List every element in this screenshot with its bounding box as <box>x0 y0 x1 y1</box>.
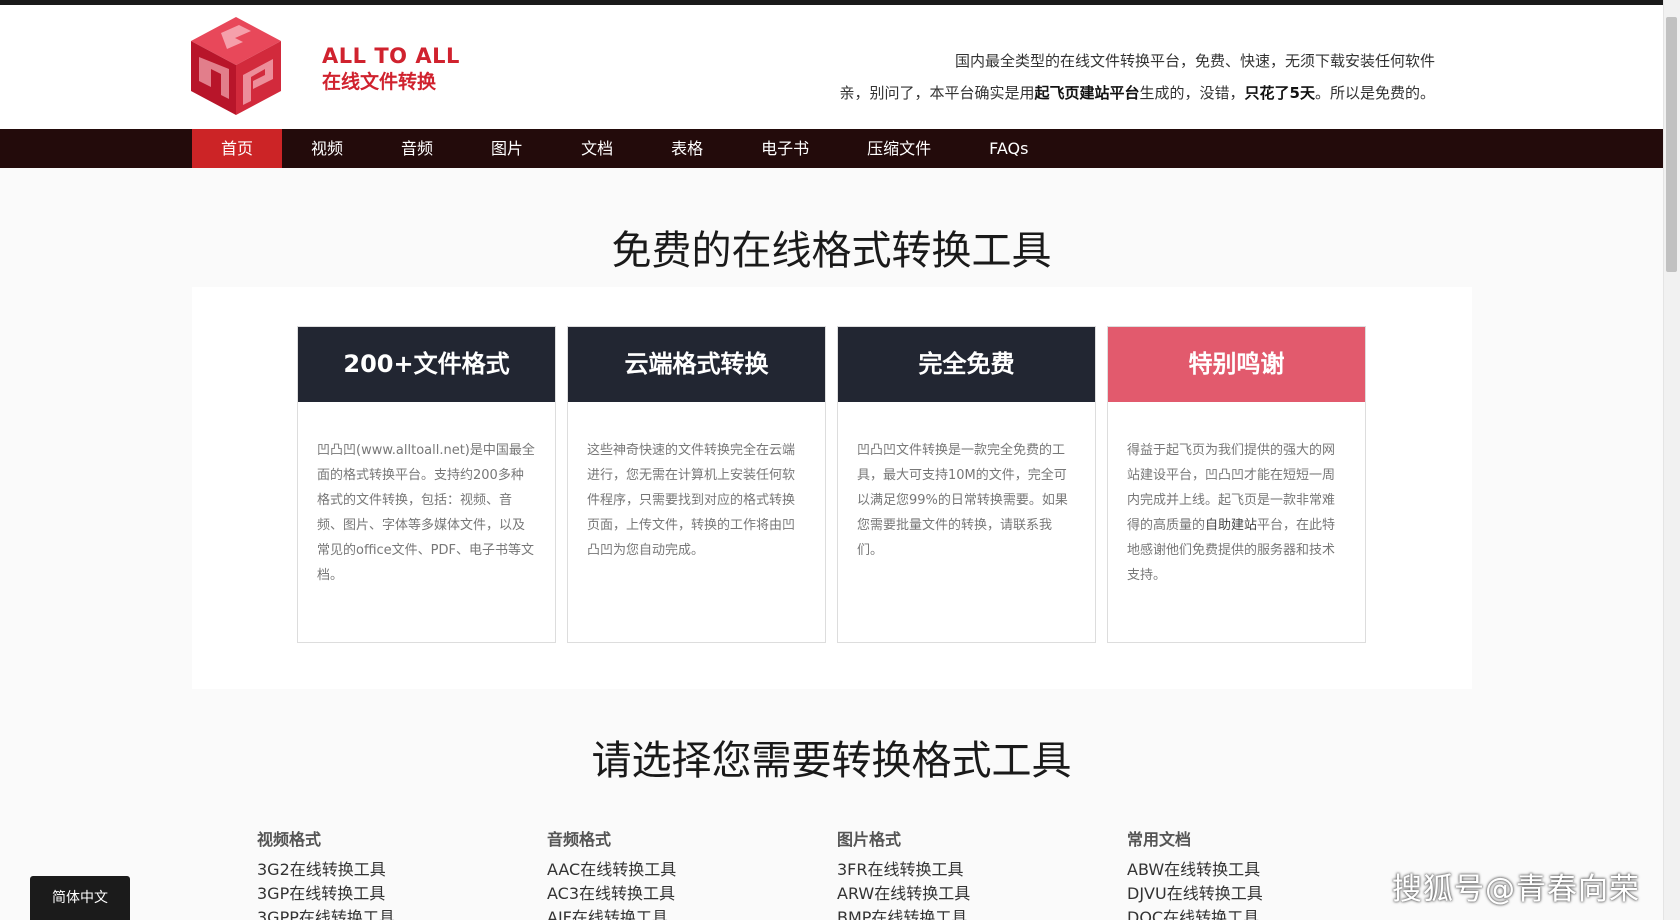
tool-link[interactable]: BMP在线转换工具 <box>837 906 1097 920</box>
header-tagline: 国内最全类型的在线文件转换平台，免费、快速，无须下载安装任何软件 亲，别问了，本… <box>840 45 1436 109</box>
feature-card-cloud: 云端格式转换 这些神奇快速的文件转换完全在云端进行，您无需在计算机上安装任何软件… <box>567 326 826 643</box>
watermark-text: 搜狐号@青春向荣 <box>1392 872 1640 907</box>
card-text: 凹凸凹文件转换是一款完全免费的工具，最大可支持10M的文件，完全可以满足您99%… <box>857 443 1068 558</box>
card-title: 特别鸣谢 <box>1108 327 1365 402</box>
tool-link[interactable]: 3GPP在线转换工具 <box>257 906 517 920</box>
card-title: 云端格式转换 <box>568 327 825 402</box>
tool-link[interactable]: 3G2在线转换工具 <box>257 858 517 882</box>
tool-link[interactable]: 3FR在线转换工具 <box>837 858 1097 882</box>
nav-video[interactable]: 视频 <box>282 129 372 168</box>
category-documents: 常用文档 ABW在线转换工具 DJVU在线转换工具 DOC在线转换工具 <box>1127 826 1387 920</box>
feature-card-thanks: 特别鸣谢 得益于起飞页为我们提供的强大的网站建设平台，凹凸凹才能在短短一周内完成… <box>1107 326 1366 643</box>
nav-faqs[interactable]: FAQs <box>960 129 1057 168</box>
tool-link[interactable]: DOC在线转换工具 <box>1127 906 1387 920</box>
tagline-line2: 亲，别问了，本平台确实是用起飞页建站平台生成的，没错，只花了5天。所以是免费的。 <box>839 84 1436 102</box>
logo-chinese: 在线文件转换 <box>322 71 437 93</box>
vertical-scrollbar[interactable] <box>1663 0 1680 920</box>
logo-text[interactable]: ALL TO ALL 在线文件转换 <box>322 43 460 95</box>
nav-ebook[interactable]: 电子书 <box>732 129 838 168</box>
category-image: 图片格式 3FR在线转换工具 ARW在线转换工具 BMP在线转换工具 <box>837 826 1097 920</box>
tagline-line1: 国内最全类型的在线文件转换平台，免费、快速，无须下载安装任何软件 <box>954 52 1435 70</box>
card-title: 完全免费 <box>838 327 1095 402</box>
nav-document[interactable]: 文档 <box>552 129 642 168</box>
nav-spreadsheet[interactable]: 表格 <box>642 129 732 168</box>
nav-home[interactable]: 首页 <box>192 129 283 168</box>
logo-english: ALL TO ALL <box>322 44 460 68</box>
site-header: ALL TO ALL 在线文件转换 国内最全类型的在线文件转换平台，免费、快速，… <box>0 5 1663 129</box>
language-button[interactable]: 简体中文 <box>30 876 130 920</box>
main-nav: 首页 视频 音频 图片 文档 表格 电子书 压缩文件 FAQs <box>0 129 1663 168</box>
feature-card-free: 完全免费 凹凸凹文件转换是一款完全免费的工具，最大可支持10M的文件，完全可以满… <box>837 326 1096 643</box>
feature-card-formats: 200+文件格式 凹凸凹(www.alltoall.net)是中国最全面的格式转… <box>297 326 556 643</box>
scrollbar-thumb[interactable] <box>1666 17 1677 272</box>
tool-link[interactable]: AIF在线转换工具 <box>547 906 807 920</box>
card-text: 得益于起飞页为我们提供的强大的网站建设平台，凹凸凹才能在短短一周内完成并上线。起… <box>1127 443 1336 583</box>
tool-link[interactable]: AAC在线转换工具 <box>547 858 807 882</box>
card-title: 200+文件格式 <box>298 327 555 402</box>
card-text: 这些神奇快速的文件转换完全在云端进行，您无需在计算机上安装任何软件程序，只需要找… <box>587 443 796 558</box>
self-build-link[interactable]: 自助建站 <box>1205 518 1257 533</box>
tool-link[interactable]: ABW在线转换工具 <box>1127 858 1387 882</box>
logo-cube-icon[interactable] <box>191 17 281 115</box>
card-text: 凹凸凹(www.alltoall.net)是中国最全面的格式转换平台。支持约20… <box>317 443 535 583</box>
section-title-choose-tool: 请选择您需要转换格式工具 <box>591 738 1072 784</box>
nav-audio[interactable]: 音频 <box>372 129 462 168</box>
category-title: 图片格式 <box>837 830 902 849</box>
nav-image[interactable]: 图片 <box>462 129 552 168</box>
tool-link[interactable]: ARW在线转换工具 <box>837 882 1097 906</box>
tool-link[interactable]: DJVU在线转换工具 <box>1127 882 1387 906</box>
category-title: 音频格式 <box>547 830 612 849</box>
section-title-free-tools: 免费的在线格式转换工具 <box>611 228 1052 274</box>
tool-link[interactable]: 3GP在线转换工具 <box>257 882 517 906</box>
category-video: 视频格式 3G2在线转换工具 3GP在线转换工具 3GPP在线转换工具 <box>257 826 517 920</box>
nav-archive[interactable]: 压缩文件 <box>838 129 960 168</box>
tool-link[interactable]: AC3在线转换工具 <box>547 882 807 906</box>
category-title: 视频格式 <box>257 830 322 849</box>
category-audio: 音频格式 AAC在线转换工具 AC3在线转换工具 AIF在线转换工具 <box>547 826 807 920</box>
category-title: 常用文档 <box>1127 830 1192 849</box>
